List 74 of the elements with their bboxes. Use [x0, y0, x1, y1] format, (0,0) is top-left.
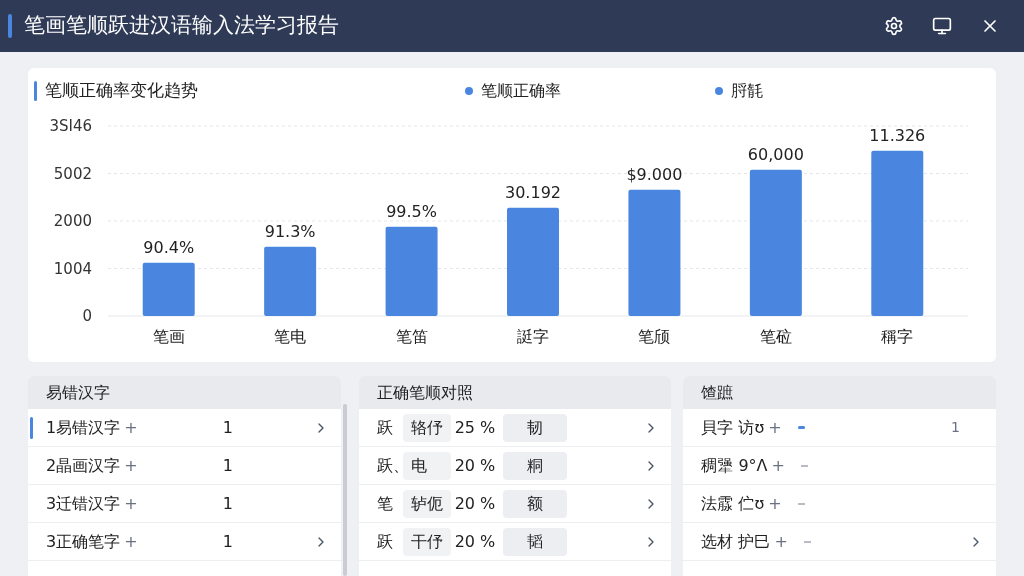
note-count: 1 [951, 418, 960, 437]
bar-value-label: 11.326 [869, 125, 926, 145]
error-count: 1 [222, 454, 234, 477]
category-label: 笔电 [274, 327, 307, 346]
note-label: 稠犟 9°Λ [701, 454, 768, 477]
character-label: 3正确笔字 [46, 530, 121, 553]
error-count: 1 [222, 416, 234, 439]
category-label: 稱字 [881, 327, 914, 346]
bar-value-label: 91.3% [264, 221, 316, 241]
panel-title: 馇蹠 [701, 381, 734, 404]
character-label: 笔 [376, 492, 394, 515]
list-row[interactable]: 稠犟 9°Λ + [683, 447, 996, 485]
plus-sign: + [124, 492, 138, 515]
stroke-tag: 辂伃 [402, 413, 451, 442]
error-count: 1 [222, 530, 234, 553]
chart-bar [264, 246, 317, 316]
chart-title: 笔顺正确率变化趋势 [45, 79, 199, 103]
window-title: 笔画笔顺跃进汉语输入法学习报告 [24, 12, 339, 40]
panel-title: 正确笔顺对照 [376, 381, 473, 404]
plus-sign: + [124, 416, 138, 439]
category-label: 笔砬 [759, 327, 792, 346]
plus-sign: + [771, 454, 785, 477]
plus-sign: + [768, 416, 782, 439]
list-row[interactable]: 貝字 访ʊ + 1 [683, 409, 996, 447]
character-label: 2晶画汉字 [46, 454, 121, 477]
panel-title: 易错汉字 [46, 381, 110, 404]
plus-sign: + [124, 454, 138, 477]
character-label: 跃 [376, 416, 394, 439]
correct-character-tag: 韬 [503, 527, 568, 556]
settings-icon[interactable] [884, 16, 904, 36]
stroke-tag: 轳伌 [402, 489, 451, 518]
list-row[interactable]: 3迁错汉字 + 1 [28, 485, 341, 523]
scrollbar[interactable] [342, 404, 347, 576]
character-label: 3迁错汉字 [46, 492, 121, 515]
plus-sign: + [774, 530, 788, 553]
error-count: 1 [222, 492, 234, 515]
axis-tick-label: 1004 [53, 259, 92, 278]
bar-value-label: $9.000 [626, 164, 683, 184]
bar-value-label: 99.5% [386, 201, 437, 221]
bar-value-label: 30.192 [505, 182, 561, 202]
character-label: 跃、 [376, 454, 403, 477]
percentage: 20 % [454, 530, 496, 553]
list-row[interactable]: 2晶画汉字 + 1 [28, 447, 341, 485]
axis-tick-label: 2000 [53, 212, 92, 230]
list-row[interactable]: 3正确笔字 + 1 [28, 523, 341, 561]
correct-character-tag: 粡 [503, 451, 568, 480]
chart-bar [142, 262, 195, 316]
bar-value-label: 90.4% [143, 237, 195, 257]
axis-tick-label: 3SI46 [49, 117, 92, 135]
monitor-icon[interactable] [932, 16, 952, 36]
note-label: 貝字 访ʊ [701, 416, 765, 439]
category-label: 笔画 [152, 327, 185, 346]
plus-sign: + [124, 530, 138, 553]
percentage: 25 % [454, 416, 496, 439]
legend-label: 脟毻 [731, 80, 763, 102]
percentage: 20 % [454, 454, 496, 477]
category-label: 笔笛 [395, 327, 428, 346]
character-label: 跃 [376, 530, 394, 553]
note-label: 选材 护巳 [701, 530, 771, 553]
category-label: 誔字 [517, 327, 549, 346]
plus-sign: + [768, 492, 782, 515]
list-row[interactable]: 法霡 伫ʊ + [683, 485, 996, 523]
percentage: 20 % [454, 492, 496, 515]
stroke-tag: 电 [402, 451, 451, 480]
correct-character-tag: 额 [503, 489, 568, 518]
bar-value-label: 60,000 [747, 144, 804, 164]
axis-tick-label: 0 [82, 307, 92, 325]
stroke-tag: 干伃 [402, 527, 451, 556]
note-label: 法霡 伫ʊ [701, 492, 765, 515]
category-label: 笔颀 [638, 327, 671, 346]
legend-label: 笔顺正确率 [481, 80, 561, 102]
character-label: 1易错汉字 [46, 416, 121, 439]
axis-tick-label: 5002 [53, 164, 92, 183]
correct-character-tag: 韧 [503, 413, 568, 442]
